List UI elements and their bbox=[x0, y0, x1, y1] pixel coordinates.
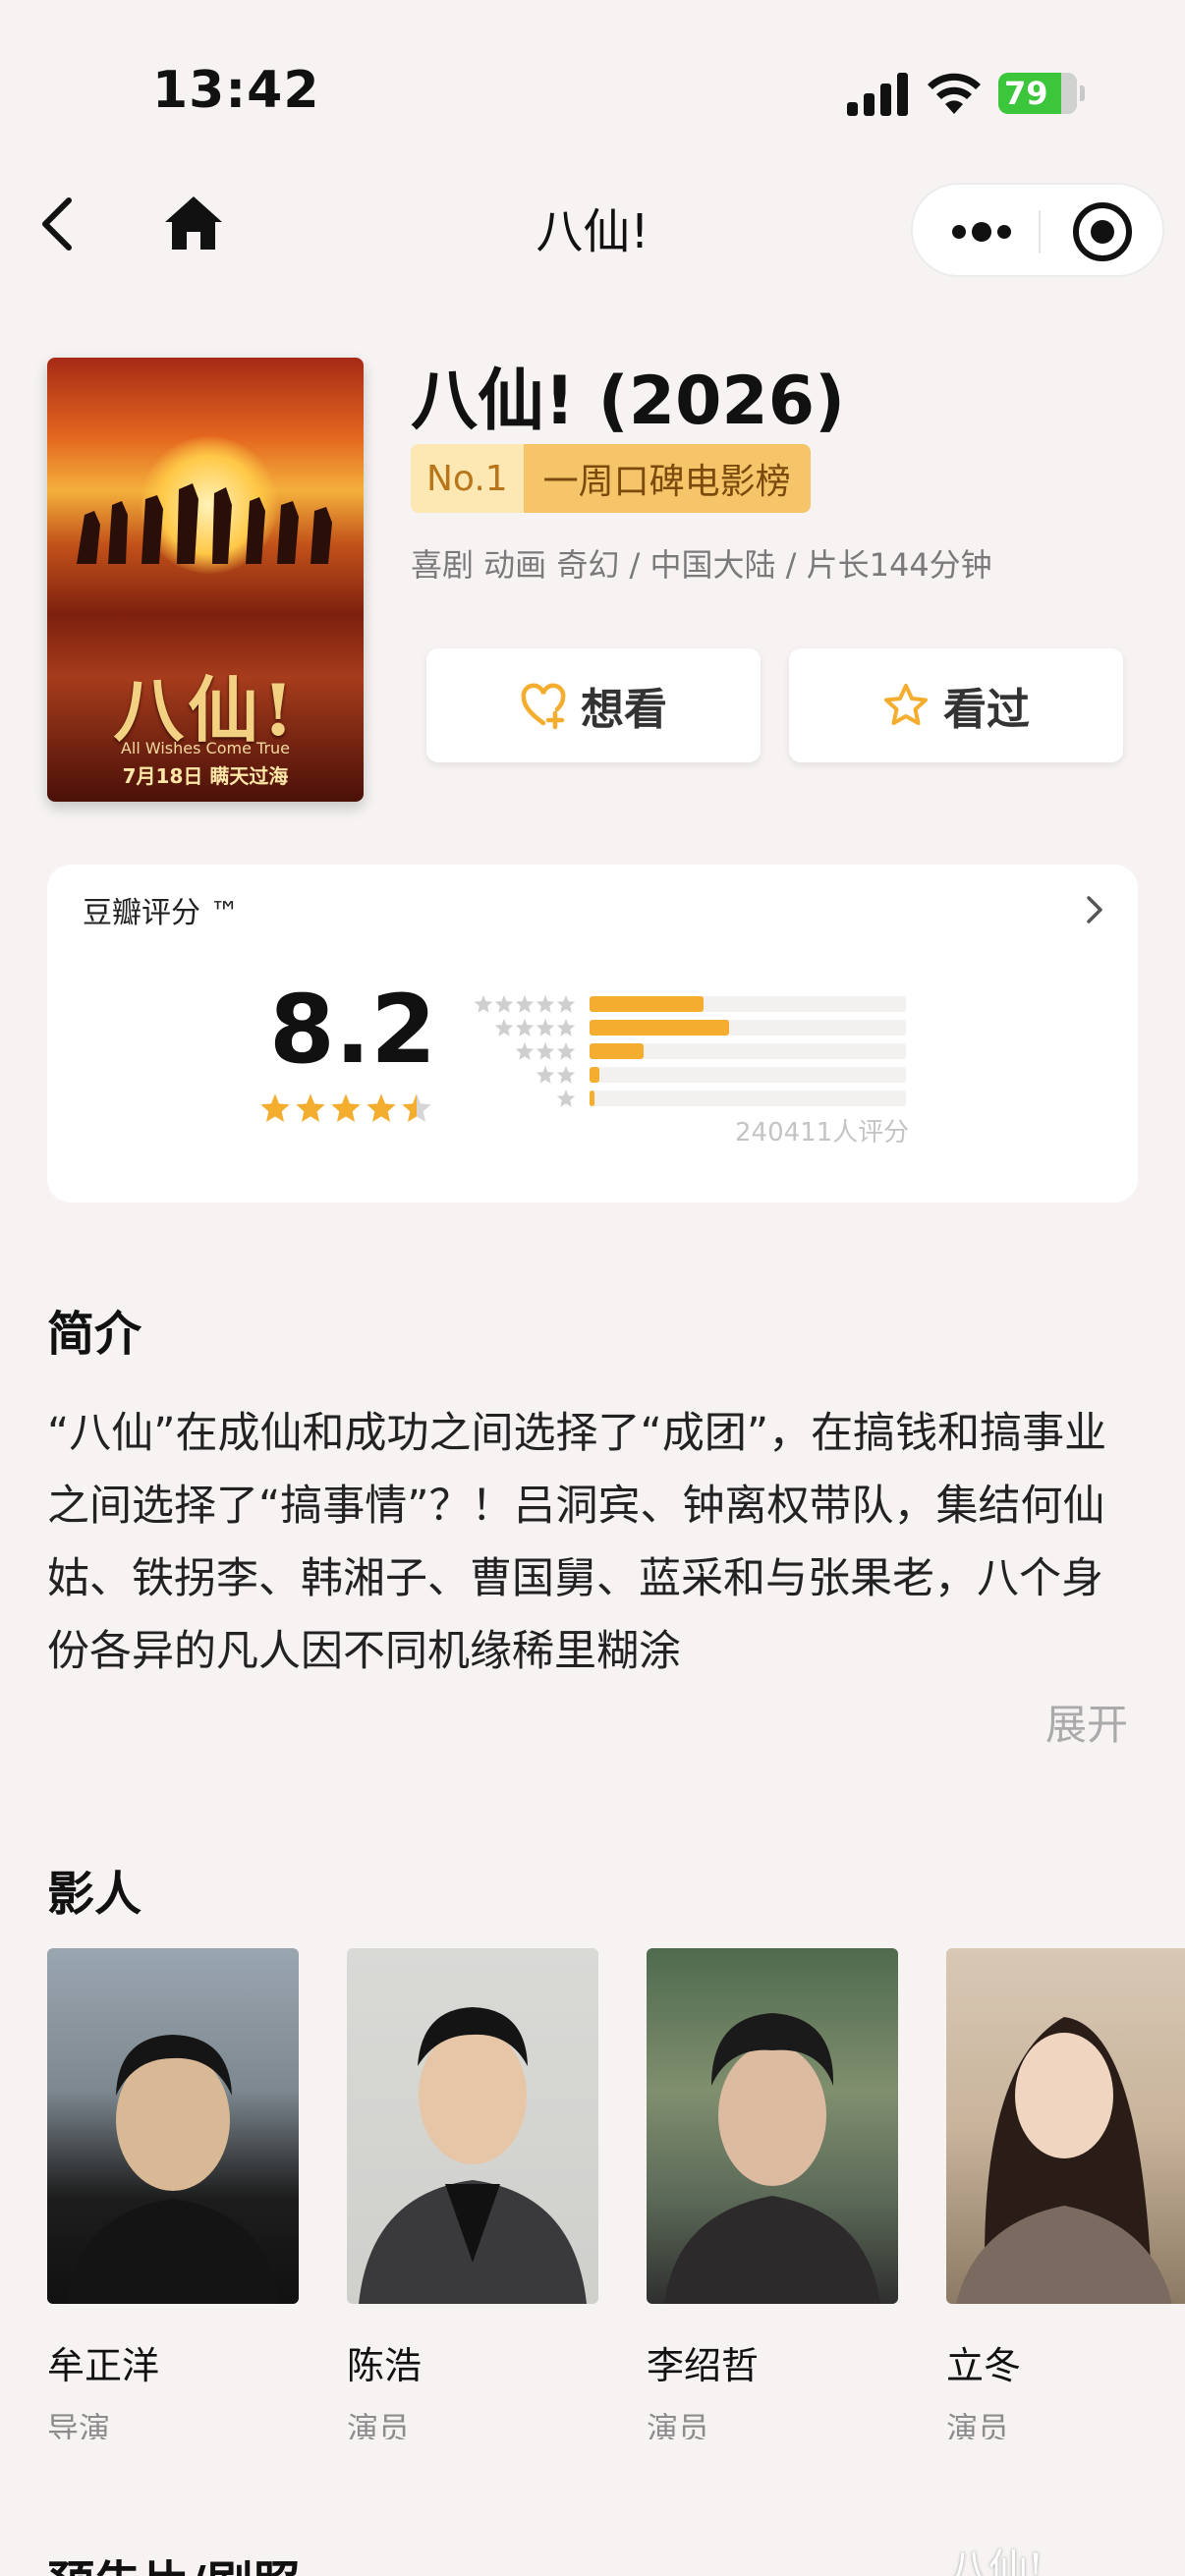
rating-stars bbox=[259, 1092, 432, 1124]
watermark: 八仙! bbox=[949, 2547, 1044, 2576]
cast-role: 演员 bbox=[347, 2410, 411, 2439]
small-star-icon bbox=[515, 994, 535, 1013]
half-star-icon bbox=[402, 1093, 431, 1122]
miniapp-capsule bbox=[911, 183, 1164, 277]
rank-number: No.1 bbox=[411, 444, 524, 513]
cast-item[interactable]: 李绍哲 演员 bbox=[647, 1948, 898, 2439]
cast-photo bbox=[647, 1948, 898, 2304]
rating-bar-track bbox=[590, 1067, 906, 1083]
rating-row-stars bbox=[470, 1041, 576, 1061]
movie-title: 八仙! (2026) bbox=[411, 363, 846, 440]
cellular-signal-icon bbox=[847, 73, 908, 116]
capsule-divider bbox=[1039, 210, 1041, 253]
rating-row-5-star bbox=[470, 992, 906, 1016]
star-icon bbox=[296, 1093, 325, 1122]
small-star-icon bbox=[536, 1041, 555, 1060]
trailer-section-title: 预告片/剧照 bbox=[47, 2545, 301, 2576]
small-star-icon bbox=[515, 1018, 535, 1036]
cast-name: 陈浩 bbox=[347, 2344, 423, 2387]
rating-row-4-star bbox=[470, 1016, 906, 1039]
rating-row-stars bbox=[470, 994, 576, 1014]
star-icon bbox=[331, 1093, 361, 1122]
more-options-icon[interactable] bbox=[952, 212, 1011, 252]
rating-bar-track bbox=[590, 1043, 906, 1059]
small-star-icon bbox=[536, 994, 555, 1013]
star-icon bbox=[260, 1093, 290, 1122]
chevron-right-icon[interactable] bbox=[1081, 890, 1108, 929]
cast-list: 牟正洋 导演 陈浩 演员 李绍哲 演员 立冬 演员 bbox=[47, 1948, 1185, 2439]
rating-bar-track bbox=[590, 996, 906, 1012]
rating-score: 8.2 bbox=[269, 975, 437, 1085]
cast-name: 牟正洋 bbox=[47, 2344, 160, 2387]
cast-photo bbox=[347, 1948, 598, 2304]
rating-card-title: 豆瓣评分 ™ bbox=[83, 896, 240, 930]
rating-row-1-star bbox=[470, 1087, 906, 1110]
small-star-icon bbox=[515, 1041, 535, 1060]
small-star-icon bbox=[536, 1018, 555, 1036]
small-star-icon bbox=[474, 994, 493, 1013]
synopsis-title: 简介 bbox=[47, 1307, 142, 1362]
rating-row-stars bbox=[470, 1065, 576, 1085]
rank-badge[interactable]: No.1 一周口碑电影榜 bbox=[411, 444, 811, 513]
small-star-icon bbox=[556, 994, 576, 1013]
rating-count: 240411人评分 bbox=[735, 1118, 910, 1148]
poster-figures bbox=[77, 483, 332, 564]
rating-distribution bbox=[470, 992, 906, 1110]
small-star-icon bbox=[556, 1041, 576, 1060]
star-icon bbox=[367, 1093, 396, 1122]
cast-name: 立冬 bbox=[946, 2344, 1022, 2387]
small-star-icon bbox=[556, 1065, 576, 1084]
rating-row-stars bbox=[470, 1089, 576, 1108]
rating-bar-fill bbox=[590, 1020, 729, 1036]
status-bar: 13:42 79 bbox=[0, 0, 1185, 187]
small-star-icon bbox=[494, 1018, 514, 1036]
status-time: 13:42 bbox=[152, 61, 320, 120]
rating-row-3-star bbox=[470, 1039, 906, 1063]
poster-release-date: 7月18日 瞒天过海 bbox=[122, 764, 289, 788]
rating-bar-fill bbox=[590, 1067, 599, 1083]
cast-name: 李绍哲 bbox=[647, 2344, 760, 2387]
battery-level: 79 bbox=[1004, 75, 1048, 112]
rating-bar-fill bbox=[590, 1091, 594, 1106]
cast-photo bbox=[47, 1948, 299, 2304]
small-star-icon bbox=[494, 994, 514, 1013]
cast-item[interactable]: 牟正洋 导演 bbox=[47, 1948, 299, 2439]
rating-bar-fill bbox=[590, 996, 704, 1012]
small-star-icon bbox=[556, 1018, 576, 1036]
rating-row-2-star bbox=[470, 1063, 906, 1087]
watched-label: 看过 bbox=[943, 685, 1030, 735]
rank-list-name: 一周口碑电影榜 bbox=[523, 444, 811, 513]
cast-item[interactable]: 陈浩 演员 bbox=[347, 1948, 598, 2439]
rating-bar-fill bbox=[590, 1043, 644, 1059]
rating-bar-track bbox=[590, 1020, 906, 1036]
rating-row-stars bbox=[470, 1018, 576, 1037]
expand-link[interactable]: 展开 bbox=[1045, 1692, 1128, 1752]
cast-photo bbox=[946, 1948, 1185, 2304]
rating-bar-track bbox=[590, 1091, 906, 1106]
battery-indicator: 79 bbox=[998, 73, 1085, 114]
star-outline-icon bbox=[884, 684, 928, 725]
poster-subtitle: All Wishes Come True bbox=[120, 739, 291, 757]
cast-role: 演员 bbox=[647, 2410, 710, 2439]
heart-plus-icon bbox=[521, 683, 566, 729]
cast-title: 影人 bbox=[47, 1867, 142, 1922]
synopsis-text: “八仙”在成仙和成功之间选择了“成团”，在搞钱和搞事业之间选择了“搞事情”？！吕… bbox=[47, 1409, 1107, 1676]
want-to-watch-label: 想看 bbox=[581, 685, 667, 735]
small-star-icon bbox=[536, 1065, 555, 1084]
movie-meta: 喜剧 动画 奇幻 / 中国大陆 / 片长144分钟 bbox=[411, 546, 992, 584]
cast-item[interactable]: 立冬 演员 bbox=[946, 1948, 1185, 2439]
small-star-icon bbox=[556, 1089, 576, 1107]
watched-button[interactable]: 看过 bbox=[789, 648, 1123, 762]
wifi-icon bbox=[928, 73, 981, 114]
cast-role: 导演 bbox=[47, 2410, 111, 2439]
cast-role: 演员 bbox=[946, 2410, 1010, 2439]
movie-poster[interactable]: 八仙! All Wishes Come True 7月18日 瞒天过海 bbox=[47, 358, 364, 802]
want-to-watch-button[interactable]: 想看 bbox=[426, 648, 761, 762]
rating-card[interactable]: 豆瓣评分 ™ 8.2 240411人评分 bbox=[47, 865, 1138, 1203]
close-miniapp-icon[interactable] bbox=[1073, 202, 1132, 261]
